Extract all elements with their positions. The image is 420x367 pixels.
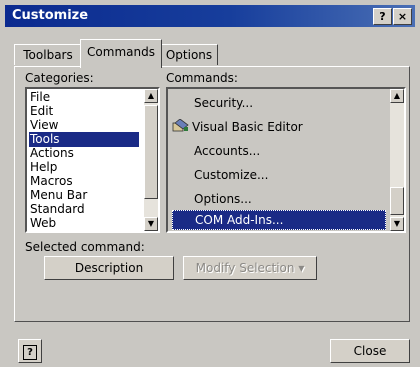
category-item-selected[interactable]: Tools	[29, 132, 139, 147]
categories-list[interactable]: File Edit View Tools Actions Help Macros…	[25, 87, 160, 233]
selected-command-label: Selected command:	[25, 240, 145, 254]
command-item[interactable]: Options...	[172, 188, 384, 210]
scroll-thumb[interactable]	[144, 105, 158, 199]
scroll-up-arrow-icon[interactable]: ▲	[144, 89, 158, 103]
command-item-selected[interactable]: COM Add-Ins...	[172, 210, 386, 230]
tab-toolbars-label: Toolbars	[23, 48, 73, 62]
tab-options[interactable]: Options	[160, 44, 218, 65]
tab-toolbars[interactable]: Toolbars	[14, 44, 82, 65]
category-item[interactable]: Help	[29, 160, 57, 175]
close-button[interactable]: Close	[330, 339, 410, 363]
customize-dialog: Customize ? × Toolbars Commands Options …	[0, 0, 420, 367]
commands-list[interactable]: Security... Visual Basic Editor Accounts…	[166, 87, 406, 233]
modify-selection-button[interactable]: Modify Selection ▾	[183, 256, 317, 280]
command-item[interactable]: Customize...	[172, 164, 384, 186]
commands-label: Commands:	[166, 71, 238, 85]
dropdown-arrow-icon: ▾	[298, 261, 305, 275]
visual-basic-editor-icon	[172, 118, 190, 132]
category-item[interactable]: Actions	[29, 146, 74, 161]
category-item[interactable]: Standard	[29, 202, 85, 217]
command-item-vb-editor[interactable]: Visual Basic Editor	[172, 116, 384, 138]
description-button[interactable]: Description	[44, 256, 174, 280]
close-title-button[interactable]: ×	[393, 8, 412, 25]
category-item[interactable]: File	[29, 90, 50, 105]
command-item[interactable]: Security...	[172, 92, 384, 114]
tab-commands-label: Commands	[87, 45, 155, 59]
scroll-down-arrow-icon[interactable]: ▼	[390, 217, 404, 231]
modify-selection-label: Modify Selection	[195, 261, 295, 275]
title-bar: Customize ? ×	[5, 5, 415, 27]
category-item[interactable]: Menu Bar	[29, 188, 87, 203]
scroll-thumb[interactable]	[390, 187, 404, 215]
command-item-label: Visual Basic Editor	[192, 120, 303, 134]
window-title: Customize	[12, 8, 89, 23]
tab-options-label: Options	[165, 48, 213, 62]
command-item[interactable]: Accounts...	[172, 140, 384, 162]
category-item[interactable]: Edit	[29, 104, 53, 119]
category-item[interactable]: View	[29, 118, 58, 133]
tab-commands[interactable]: Commands	[80, 39, 162, 68]
scroll-down-arrow-icon[interactable]: ▼	[144, 217, 158, 231]
question-icon: ?	[23, 345, 37, 360]
categories-label: Categories:	[25, 71, 94, 85]
commands-scrollbar[interactable]: ▲ ▼	[390, 89, 404, 231]
help-title-button[interactable]: ?	[373, 8, 392, 25]
category-item[interactable]: Web	[29, 216, 56, 231]
category-item[interactable]: Macros	[29, 174, 73, 189]
categories-scrollbar[interactable]: ▲ ▼	[144, 89, 158, 231]
help-button[interactable]: ?	[18, 339, 42, 363]
scroll-up-arrow-icon[interactable]: ▲	[390, 89, 404, 103]
